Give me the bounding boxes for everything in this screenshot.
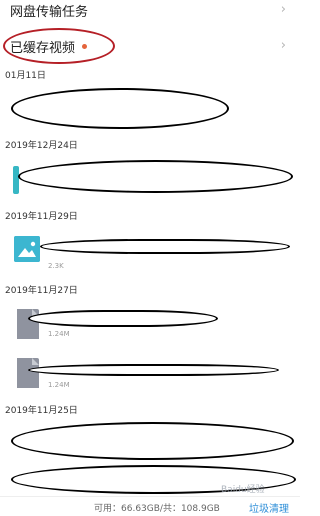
chevron-right-icon: › [280, 38, 286, 53]
menu-item-transfer-tasks[interactable]: 网盘传输任务 › [0, 0, 300, 26]
redacted-file-name [28, 364, 279, 376]
section-date: 01月11日 [5, 71, 46, 81]
annotation-circle [3, 28, 115, 64]
file-size: 2.3K [48, 262, 64, 270]
redacted-file-item [11, 88, 229, 129]
redacted-file-name [40, 239, 290, 254]
chevron-right-icon: › [280, 2, 286, 17]
section-date: 2019年11月29日 [5, 212, 78, 222]
redacted-file-item [11, 422, 294, 460]
redacted-file-name [28, 310, 218, 327]
cache-page: 网盘传输任务 › 已缓存视频 › 01月11日 2019年12月24日 2019… [0, 0, 300, 516]
menu-item-label: 网盘传输任务 [10, 4, 89, 20]
redacted-file-item[interactable] [18, 160, 293, 193]
section-date: 2019年12月24日 [5, 141, 78, 151]
teal-file-icon [13, 166, 19, 194]
baidu-watermark: Baidu经验 [221, 485, 265, 495]
image-icon [14, 236, 40, 262]
section-date: 2019年11月27日 [5, 286, 78, 296]
doc-file-icon [17, 358, 39, 388]
bottom-bar: 可用：66.63GB/共：108.9GB 垃圾清理 [0, 496, 300, 516]
doc-file-icon [17, 309, 39, 339]
clean-junk-button[interactable]: 垃圾清理 [249, 500, 289, 515]
file-size: 1.24M [48, 381, 70, 389]
storage-info: 可用：66.63GB/共：108.9GB [94, 504, 220, 514]
section-date: 2019年11月25日 [5, 406, 78, 416]
file-size: 1.24M [48, 330, 70, 338]
